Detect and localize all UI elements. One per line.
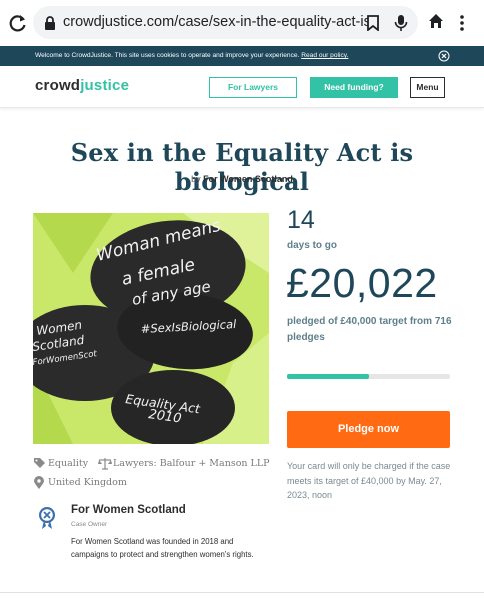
divider (0, 592, 484, 600)
charge-note: Your card will only be charged if the ca… (287, 461, 451, 500)
logo-part-justice: justice (80, 77, 130, 94)
location-pin-icon (34, 476, 44, 489)
days-label: days to go (287, 240, 338, 251)
tag-icon (34, 458, 45, 468)
cookie-text: Welcome to CrowdJustice. This site uses … (35, 52, 348, 59)
owner-role: Case Owner (71, 521, 108, 528)
tag-location-label: United Kingdom (48, 477, 127, 488)
for-lawyers-button[interactable]: For Lawyers (209, 77, 297, 98)
site-header: crowdjustice For Lawyers Need funding? M… (0, 66, 484, 108)
need-funding-button[interactable]: Need funding? (310, 77, 398, 98)
owner-description: For Women Scotland was founded in 2018 a… (71, 537, 254, 559)
tag-lawyers-label: Lawyers: Balfour + Manson LLP (113, 458, 270, 469)
bookmark-icon[interactable] (366, 15, 380, 31)
tag-category-label: Equality (48, 458, 89, 469)
reload-icon[interactable] (8, 13, 28, 33)
organiser-link[interactable]: For Women Scotland (203, 174, 293, 184)
days-remaining: 14 (287, 206, 315, 234)
progress-bar (287, 374, 450, 379)
amount-raised: £20,022 (286, 260, 438, 306)
progress-fill (287, 374, 369, 379)
home-icon[interactable] (428, 13, 444, 29)
close-icon[interactable] (438, 50, 450, 62)
pledge-summary: pledged of £40,000 target from 716 pledg… (287, 316, 452, 343)
address-bar[interactable]: crowdjustice.com/case/sex-in-the-equalit… (33, 6, 418, 39)
cookie-policy-link[interactable]: Read our policy. (301, 52, 348, 59)
microphone-icon[interactable] (394, 14, 408, 32)
owner-name[interactable]: For Women Scotland (71, 504, 186, 516)
scales-icon (98, 458, 112, 470)
url-text: crowdjustice.com/case/sex-in-the-equalit… (63, 14, 368, 30)
pledge-now-button[interactable]: Pledge now (287, 411, 450, 448)
logo-part-crowd: crowd (35, 77, 81, 94)
owner-avatar-icon (39, 507, 55, 529)
cookie-banner: Welcome to CrowdJustice. This site uses … (0, 46, 484, 66)
page-title: Sex in the Equality Act is biological (70, 138, 414, 196)
byline: by For Women Scotland (0, 174, 484, 184)
crowdjustice-logo[interactable]: crowdjustice (35, 77, 129, 94)
more-menu-icon[interactable] (459, 14, 465, 32)
byline-by: by (191, 174, 201, 184)
browser-toolbar: crowdjustice.com/case/sex-in-the-equalit… (0, 0, 484, 46)
menu-button[interactable]: Menu (410, 77, 445, 98)
cookie-message: Welcome to CrowdJustice. This site uses … (35, 52, 300, 59)
lock-icon (45, 16, 55, 30)
case-image: Woman means a female of any age #SexIsBi… (33, 213, 269, 444)
